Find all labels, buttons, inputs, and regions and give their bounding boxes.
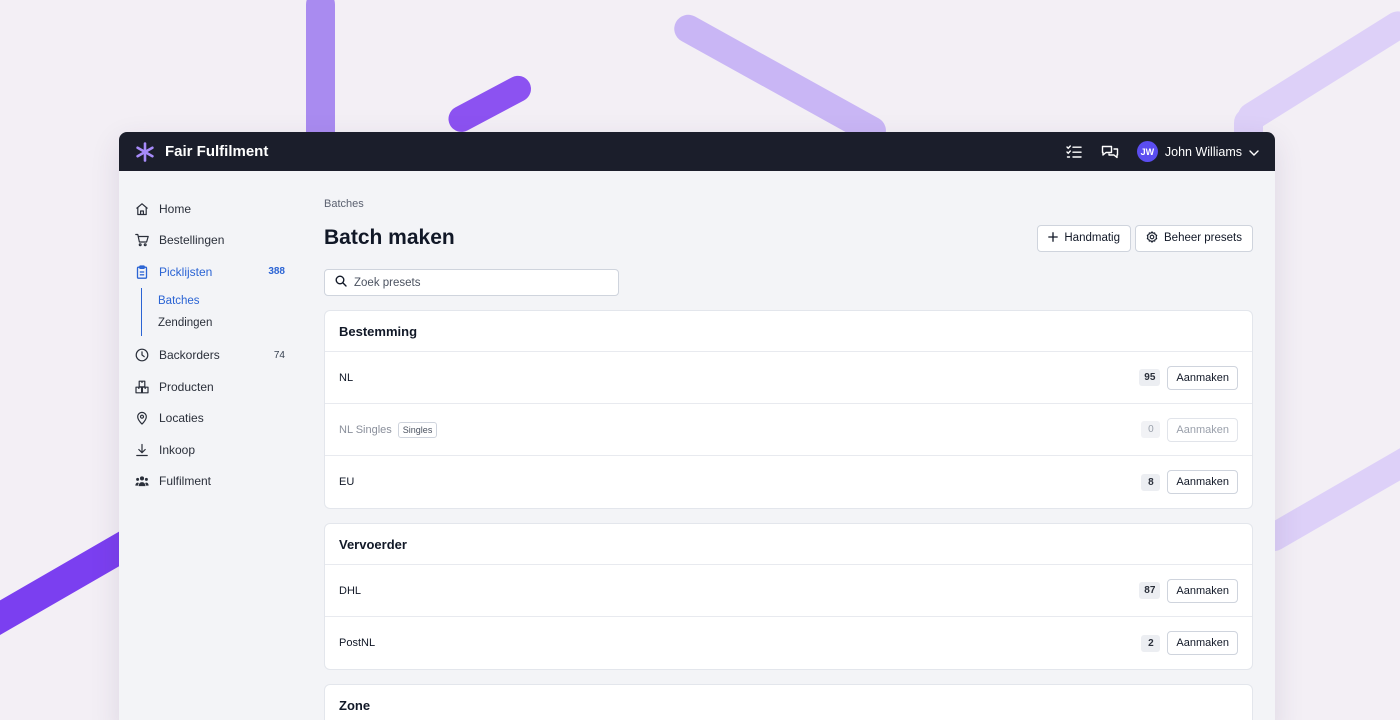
card-title: Zone [339,698,371,713]
create-button[interactable]: Aanmaken [1167,417,1238,442]
manual-button-label: Handmatig [1064,232,1120,244]
sidebar-subitem-zendingen[interactable]: Zendingen [158,312,309,334]
sidebar-item-count: 388 [268,266,285,278]
sidebar-subnav: Batches Zendingen [141,287,309,336]
background-stripe [306,0,335,150]
sidebar-item-label: Locaties [159,411,204,426]
count-badge: 0 [1141,421,1161,438]
preset-label: EU [339,476,355,488]
download-icon [135,443,149,457]
count-badge: 95 [1139,369,1161,386]
preset-group-card: Zone [324,684,1253,720]
chat-bubbles-icon[interactable] [1101,143,1119,161]
clipboard-icon [135,265,149,279]
user-menu[interactable]: JW John Williams [1136,141,1259,162]
sidebar-item-label: Picklijsten [159,264,213,279]
main-content: Batches Batch maken Handmatig Beheer pre… [324,171,1253,720]
gear-icon [1146,230,1158,246]
background-stripe [669,9,891,150]
app-title: Fair Fulfilment [165,143,269,160]
card-title: Bestemming [325,311,1252,352]
preset-label: NL [339,371,354,384]
create-button[interactable]: Aanmaken [1167,470,1238,494]
sidebar-item-label: Backorders [159,348,220,363]
create-button[interactable]: Aanmaken [1167,365,1238,390]
sidebar-item-fulfilment[interactable]: Fulfilment [119,466,309,498]
sidebar: Home Bestellingen Picklijsten 388 Batche… [119,171,309,497]
map-pin-icon [135,411,149,425]
background-stripe [1232,6,1400,136]
create-button[interactable]: Aanmaken [1167,631,1238,655]
preset-label: PostNL [339,637,376,649]
count-badge: 87 [1139,582,1161,599]
sidebar-item-backorders[interactable]: Backorders 74 [119,340,309,372]
cart-icon [135,233,149,247]
card-title: Vervoerder [325,524,1252,565]
sidebar-item-inkoop[interactable]: Inkoop [119,434,309,466]
sidebar-item-picklijsten[interactable]: Picklijsten 388 [119,256,309,288]
preset-row: NL Singles Singles 0 Aanmaken [325,404,1252,456]
sidebar-subitem-batches[interactable]: Batches [158,290,309,312]
checklist-icon[interactable] [1065,143,1083,161]
sidebar-item-label: Inkoop [159,442,196,457]
sidebar-item-bestellingen[interactable]: Bestellingen [119,225,309,257]
chevron-down-icon [1249,145,1259,159]
preset-tag: Singles [397,421,438,438]
top-bar: Fair Fulfilment JW John Williams [119,132,1275,171]
brand[interactable]: Fair Fulfilment [135,141,269,162]
clock-icon [135,348,149,362]
sidebar-item-label: Producten [159,379,214,394]
sidebar-item-count: 74 [273,349,285,361]
preset-group-card: Bestemming NL 95 Aanmaken NL Singles Sin… [324,310,1253,509]
count-badge: 8 [1141,473,1161,491]
background-stripe [443,71,536,137]
manual-button[interactable]: Handmatig [1037,224,1131,252]
sidebar-item-label: Bestellingen [159,233,225,248]
count-badge: 2 [1141,634,1161,652]
preset-row: PostNL 2 Aanmaken [325,617,1252,669]
preset-label: DHL [339,584,362,597]
user-name: John Williams [1164,144,1242,159]
sidebar-item-locaties[interactable]: Locaties [119,403,309,435]
boxes-icon [135,380,149,394]
breadcrumb[interactable]: Batches [324,198,1253,210]
search-placeholder: Zoek presets [354,276,421,289]
sidebar-item-label: Home [159,201,192,216]
page-title: Batch maken [324,226,455,249]
preset-row: NL 95 Aanmaken [325,352,1252,404]
plus-icon [1048,231,1059,245]
preset-row: DHL 87 Aanmaken [325,565,1252,617]
app-window: Fair Fulfilment JW John Williams Home Be… [119,132,1275,720]
users-icon [135,474,149,488]
sidebar-item-producten[interactable]: Producten [119,371,309,403]
preset-label: NL Singles [339,423,392,436]
search-input[interactable]: Zoek presets [324,269,619,296]
search-icon [335,275,347,290]
create-button[interactable]: Aanmaken [1167,578,1238,603]
preset-row: EU 8 Aanmaken [325,456,1252,508]
preset-group-card: Vervoerder DHL 87 Aanmaken PostNL 2 Aanm… [324,523,1253,670]
avatar: JW [1136,141,1158,162]
home-icon [135,202,149,216]
manage-presets-label: Beheer presets [1164,232,1242,244]
background-stripe [1255,431,1400,557]
sidebar-item-label: Fulfilment [159,474,212,489]
sidebar-item-home[interactable]: Home [119,193,309,225]
manage-presets-button[interactable]: Beheer presets [1135,224,1253,252]
asterisk-logo-icon [135,141,155,162]
